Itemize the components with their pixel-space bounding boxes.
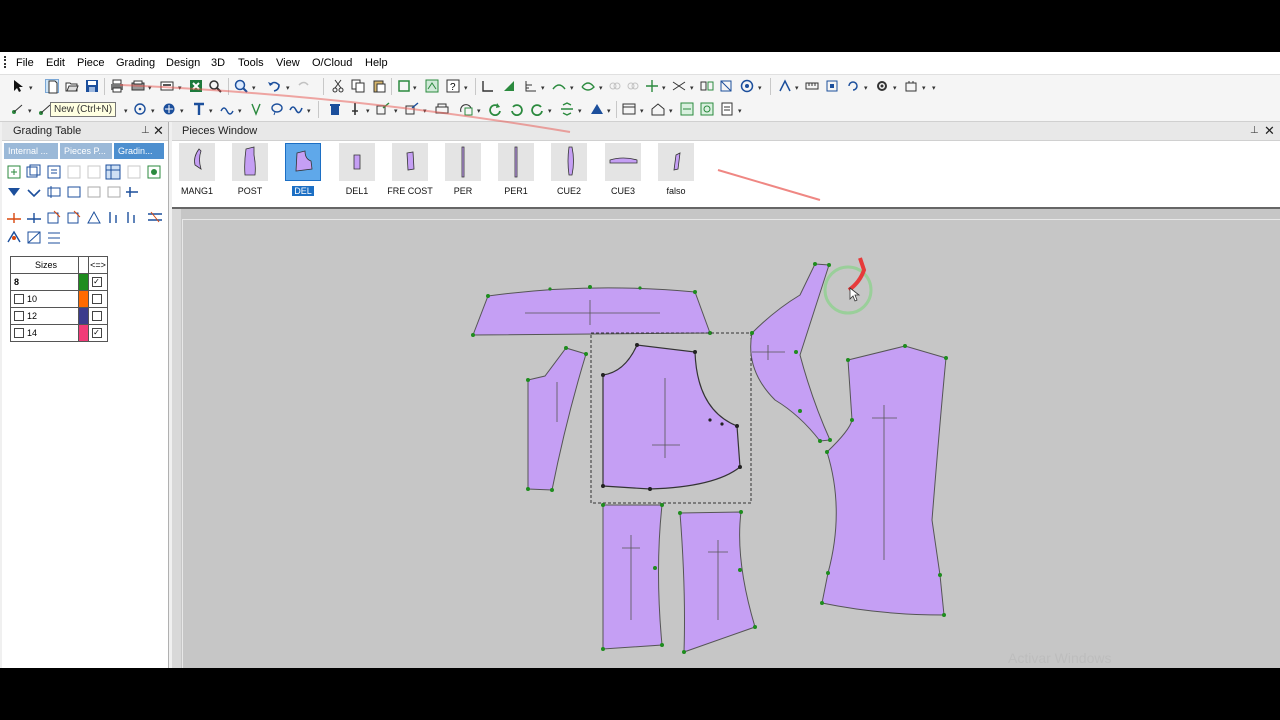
- cursor-highlight: [823, 257, 873, 315]
- pattern-piece-selected[interactable]: [590, 332, 752, 504]
- pattern-piece[interactable]: [601, 503, 664, 651]
- annotation-stroke: [717, 169, 821, 201]
- mouse-cursor-icon: [849, 287, 861, 302]
- pattern-piece[interactable]: [750, 262, 832, 443]
- pattern-piece[interactable]: [820, 344, 948, 617]
- pattern-piece[interactable]: [471, 285, 712, 337]
- pattern-pieces-layer: [119, 84, 948, 654]
- annotation-stroke: [119, 84, 571, 133]
- windows-activation-watermark: Activar Windows: [1008, 650, 1112, 666]
- pattern-piece[interactable]: [678, 510, 757, 654]
- pattern-piece[interactable]: [526, 346, 588, 492]
